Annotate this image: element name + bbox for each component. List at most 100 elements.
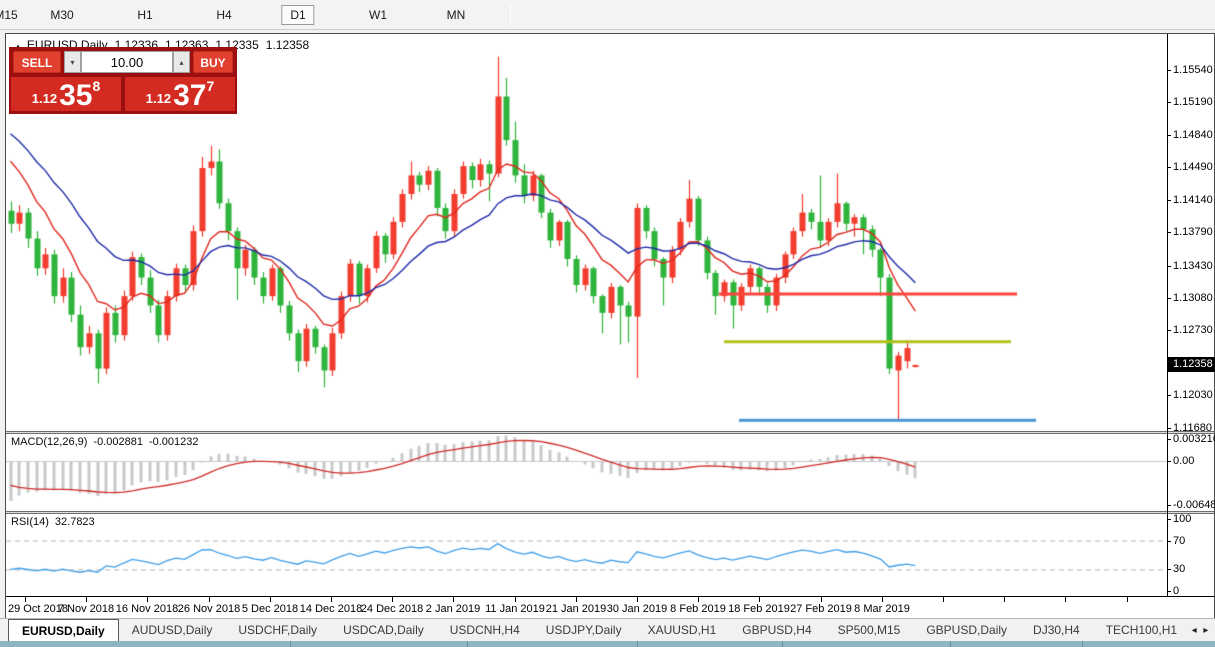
- ask-price-box[interactable]: 1.12 37 7: [125, 77, 235, 111]
- chart-tab-usdchf-daily[interactable]: USDCHF,Daily: [225, 619, 330, 641]
- chart-tab-usdcad-daily[interactable]: USDCAD,Daily: [330, 619, 437, 641]
- ask-price-point: 7: [206, 78, 214, 94]
- sell-button[interactable]: SELL: [13, 51, 61, 73]
- bid-price-pips: 35: [59, 83, 92, 109]
- chart-tab-xauusd-h1[interactable]: XAUUSD,H1: [635, 619, 730, 641]
- status-strip: [0, 641, 1215, 647]
- timeframe-button-h4[interactable]: H4: [208, 5, 239, 25]
- date-axis-label: 27 Feb 2019: [790, 603, 852, 615]
- date-tick: [86, 597, 87, 602]
- date-axis-label: 14 Dec 2018: [300, 603, 362, 615]
- chart-window: ▲EURUSD,Daily1.123361.123631.123351.1235…: [5, 33, 1215, 618]
- macd-axis-label: 0.003216: [1173, 433, 1215, 445]
- date-axis-label: 11 Jan 2019: [485, 603, 545, 615]
- strip-separator: [1082, 641, 1083, 647]
- price-axis-label: 1.15190: [1173, 96, 1213, 108]
- timeframe-button-h1[interactable]: H1: [129, 5, 160, 25]
- strip-separator: [637, 641, 638, 647]
- rsi-value: 32.7823: [55, 516, 95, 528]
- chart-tab-gbpusd-h4[interactable]: GBPUSD,H4: [729, 619, 824, 641]
- date-axis-label: 2 Jan 2019: [426, 603, 480, 615]
- tab-scroll-arrows: ◂ ▸: [1185, 619, 1215, 641]
- date-tick: [1004, 597, 1005, 602]
- volume-input[interactable]: [81, 51, 173, 73]
- tab-scroll-left-icon[interactable]: ◂: [1192, 625, 1197, 636]
- chart-tab-eurusd-daily[interactable]: EURUSD,Daily: [8, 619, 119, 641]
- bid-price-point: 8: [92, 78, 100, 94]
- price-axis-label: 1.14140: [1173, 194, 1213, 206]
- price-axis-label: 1.13430: [1173, 260, 1213, 272]
- bid-price-prefix: 1.12: [32, 91, 57, 106]
- strip-separator: [782, 641, 783, 647]
- date-axis-label: 8 Feb 2019: [670, 603, 726, 615]
- price-axis-label: 1.15540: [1173, 64, 1213, 76]
- macd-axis-label: -0.006485: [1173, 499, 1215, 511]
- chart-tab-gbpusd-daily[interactable]: GBPUSD,Daily: [913, 619, 1020, 641]
- timeframe-button-w1[interactable]: W1: [361, 5, 395, 25]
- chart-tabs-bar: EURUSD,DailyAUDUSD,DailyUSDCHF,DailyUSDC…: [0, 618, 1215, 641]
- rsi-axis-label: 30: [1173, 563, 1185, 575]
- chart-tab-audusd-daily[interactable]: AUDUSD,Daily: [119, 619, 226, 641]
- price-axis-label: 1.13790: [1173, 226, 1213, 238]
- date-tick: [821, 597, 822, 602]
- date-tick: [576, 597, 577, 602]
- date-axis-label: 26 Nov 2018: [178, 603, 240, 615]
- macd-label: MACD(12,26,9)-0.002881-0.001232: [11, 436, 205, 448]
- rsi-axis-label: 100: [1173, 513, 1191, 525]
- toolbar-separator: [510, 4, 511, 25]
- date-tick: [392, 597, 393, 602]
- chart-tab-tech100-h1[interactable]: TECH100,H1: [1093, 619, 1190, 641]
- timeframe-button-m30[interactable]: M30: [42, 5, 81, 25]
- date-tick: [147, 597, 148, 602]
- price-axis-label: 1.14840: [1173, 129, 1213, 141]
- ask-price-pips: 37: [173, 83, 206, 109]
- date-tick: [1127, 597, 1128, 602]
- date-tick: [209, 597, 210, 602]
- trading-platform-window: M15 M30 H1 H4 D1 W1 MN ▲EURUSD,Daily1.123361.1…: [0, 0, 1215, 647]
- timeframe-button-d1[interactable]: D1: [281, 5, 314, 25]
- one-click-trading-panel: SELL ▾ ▴ BUY 1.12 35 8 1.12 37 7: [9, 47, 237, 114]
- date-axis-label: 7 Nov 2018: [58, 603, 114, 615]
- price-axis-label: 1.14490: [1173, 161, 1213, 173]
- volume-decrease-button[interactable]: ▾: [64, 51, 81, 73]
- chart-tab-usdcnh-h4[interactable]: USDCNH,H4: [437, 619, 533, 641]
- ask-price-prefix: 1.12: [146, 91, 171, 106]
- chart-tab-dj30-h4[interactable]: DJ30,H4: [1020, 619, 1093, 641]
- price-axis-label: 1.13080: [1173, 292, 1213, 304]
- price-axis-label: 1.12730: [1173, 324, 1213, 336]
- macd-value-main: -0.002881: [93, 436, 143, 448]
- macd-axis-label: 0.00: [1173, 455, 1194, 467]
- chart-tab-usdjpy-daily[interactable]: USDJPY,Daily: [533, 619, 635, 641]
- date-axis-label: 5 Dec 2018: [242, 603, 298, 615]
- rsi-name: RSI(14): [11, 516, 49, 528]
- chart-tab-sp500-m15[interactable]: SP500,M15: [825, 619, 914, 641]
- date-tick: [882, 597, 883, 602]
- date-axis-label: 24 Dec 2018: [361, 603, 423, 615]
- date-tick: [331, 597, 332, 602]
- date-tick: [25, 597, 26, 602]
- date-tick: [1065, 597, 1066, 602]
- date-tick: [943, 597, 944, 602]
- date-axis[interactable]: 29 Oct 20187 Nov 201816 Nov 201826 Nov 2…: [6, 596, 1214, 618]
- current-price-tag: 1.12358: [1168, 357, 1215, 372]
- macd-value-signal: -0.001232: [149, 436, 199, 448]
- bid-price-box[interactable]: 1.12 35 8: [11, 77, 121, 111]
- date-axis-label: 8 Mar 2019: [854, 603, 910, 615]
- tab-scroll-right-icon[interactable]: ▸: [1203, 625, 1208, 636]
- strip-separator: [950, 641, 951, 647]
- rsi-axis-label: 70: [1173, 535, 1185, 547]
- rsi-indicator-canvas[interactable]: [6, 514, 1167, 596]
- price-axis-label: 1.12030: [1173, 389, 1213, 401]
- date-tick: [759, 597, 760, 602]
- date-tick: [270, 597, 271, 602]
- rsi-label: RSI(14) 32.7823: [11, 516, 101, 528]
- date-tick: [453, 597, 454, 602]
- date-tick: [515, 597, 516, 602]
- timeframe-button-mn[interactable]: MN: [439, 5, 474, 25]
- price-scale-border: [1167, 34, 1168, 596]
- date-tick: [637, 597, 638, 602]
- volume-increase-button[interactable]: ▴: [173, 51, 190, 73]
- timeframe-button-m15[interactable]: M15: [0, 5, 26, 25]
- buy-button[interactable]: BUY: [193, 51, 233, 73]
- date-tick: [698, 597, 699, 602]
